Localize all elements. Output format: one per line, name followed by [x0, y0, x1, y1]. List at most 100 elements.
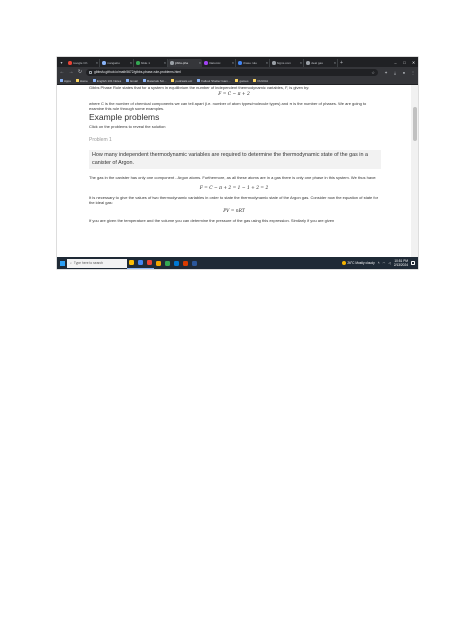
tab-label: gibbs-pha	[174, 61, 189, 65]
browser-tab[interactable]: Google Ch ✕	[66, 59, 100, 67]
browser-tab[interactable]: Slide 1 ✕	[134, 59, 168, 67]
scrollbar-thumb[interactable]	[412, 107, 417, 141]
search-placeholder: Type here to search	[73, 261, 103, 265]
bookmark-label: Home	[79, 78, 88, 83]
app-glyph-icon	[192, 260, 197, 266]
tab-strip: ▾ Google Ch ✕ mangalco ✕ Slide 1 ✕ gibbs-pha ✕ D…	[57, 57, 418, 67]
extensions-icon[interactable]: ✦	[383, 70, 389, 75]
tray-chevron-icon[interactable]: ˄	[378, 261, 380, 265]
problem-label[interactable]: Problem 1	[89, 137, 112, 143]
bookmark-item[interactable]: games	[235, 79, 248, 83]
reload-icon[interactable]: ↻	[77, 67, 83, 77]
tab-label: Signs.com	[276, 61, 291, 65]
tab-close-icon[interactable]: ✕	[95, 61, 99, 65]
click-hint: Click on the problems to reveal the solu…	[89, 124, 166, 129]
vertical-scrollbar[interactable]	[411, 85, 418, 257]
tab-close-icon[interactable]: ✕	[231, 61, 235, 65]
folder-icon	[75, 79, 79, 82]
tab-close-icon[interactable]: ✕	[163, 61, 167, 65]
bookmark-item[interactable]: Email	[126, 79, 138, 83]
forward-icon[interactable]: →	[68, 67, 74, 77]
bookmark-icon	[92, 79, 96, 82]
tab-label: ideal gas	[310, 61, 323, 65]
close-window-icon[interactable]: ✕	[409, 57, 418, 67]
taskbar-app-icon[interactable]	[145, 257, 154, 269]
minimize-icon[interactable]: –	[391, 57, 400, 67]
tab-label: phase rule	[242, 61, 257, 65]
tab-close-icon[interactable]: ✕	[299, 61, 303, 65]
web-page: Gibbs Phase Rule states that for a syste…	[57, 85, 418, 257]
taskbar-app-icon[interactable]	[127, 257, 136, 269]
windows-start-icon[interactable]	[57, 257, 67, 269]
bookmark-label: Materials Sci...	[146, 78, 167, 83]
clock[interactable]: 10:51 PM 2/13/2024	[394, 259, 408, 267]
page-content: Gibbs Phase Rule states that for a syste…	[89, 85, 411, 257]
bookmark-item[interactable]: DUUUA	[253, 79, 268, 83]
taskbar: ⌕ Type here to search 26°C Mostly cloudy…	[57, 257, 418, 269]
clock-date: 2/13/2024	[393, 263, 408, 267]
solution-formula: F = C − π + 2 = 1 − 1 + 2 = 2	[199, 186, 269, 191]
browser-tab[interactable]: Diatomic ✕	[202, 59, 236, 67]
tab-favicon-icon	[68, 61, 72, 65]
page-heading: Example problems	[89, 112, 160, 122]
browser-tab[interactable]: ideal gas ✕	[304, 59, 338, 67]
taskbar-app-icon[interactable]	[136, 257, 145, 269]
browser-tab[interactable]: mangalco ✕	[100, 59, 134, 67]
bookmark-item[interactable]: Fallout Shelter Gam...	[197, 79, 230, 83]
taskbar-app-icon[interactable]	[190, 257, 199, 269]
taskbar-apps	[127, 257, 199, 269]
phase-rule-formula: F = C − π + 2	[218, 92, 250, 97]
profile-icon[interactable]: ●	[401, 70, 407, 75]
bookmark-item[interactable]: podcasts etc	[171, 79, 192, 83]
weather-text: 26°C Mostly cloudy	[347, 261, 375, 265]
bookmark-icon	[197, 79, 201, 82]
tab-label: Slide 1	[140, 61, 150, 65]
lock-icon[interactable]	[89, 70, 92, 74]
folder-icon	[253, 79, 257, 82]
bookmark-item[interactable]: English 101 Notes	[92, 78, 122, 83]
browser-tab[interactable]: gibbs-pha ✕	[168, 59, 202, 67]
tab-favicon-icon	[170, 61, 174, 65]
volume-icon[interactable]: ◁	[388, 261, 390, 265]
bookmark-label: English 101 Notes	[96, 78, 122, 83]
tabs: Google Ch ✕ mangalco ✕ Slide 1 ✕ gibbs-pha ✕ Dia…	[66, 57, 338, 67]
tab-search-icon[interactable]: ▾	[57, 57, 66, 67]
tab-favicon-icon	[238, 61, 242, 65]
taskbar-app-icon[interactable]	[163, 257, 172, 269]
new-tab-button[interactable]: +	[338, 60, 345, 66]
taskbar-search[interactable]: ⌕ Type here to search	[67, 258, 127, 268]
tab-close-icon[interactable]: ✕	[129, 61, 133, 65]
bookmark-item[interactable]: Materials Sci...	[142, 78, 167, 83]
tab-label: Google Ch	[72, 61, 88, 65]
bookmark-label: podcasts etc	[175, 78, 193, 83]
maximize-icon[interactable]: □	[400, 57, 409, 67]
tab-close-icon[interactable]: ✕	[265, 61, 269, 65]
bookmark-label: games	[239, 78, 249, 83]
taskbar-app-icon[interactable]	[154, 257, 163, 269]
search-icon: ⌕	[70, 261, 72, 265]
bookmark-item[interactable]: Home	[75, 78, 88, 83]
network-icon[interactable]: ◠	[383, 261, 386, 265]
bookmark-icon	[126, 79, 130, 82]
system-tray: 26°C Mostly cloudy ˄ ◠ ◁ 10:51 PM 2/13/2…	[342, 259, 418, 267]
url-text[interactable]: gibbsfu.github.io/math5672/gibbs-phase-r…	[94, 70, 369, 74]
bookmark-item[interactable]: Apps	[60, 79, 71, 83]
tab-close-icon[interactable]: ✕	[333, 61, 337, 65]
bookmark-star-icon[interactable]: ☆	[371, 70, 375, 75]
tab-label: mangalco	[106, 61, 120, 65]
weather-widget[interactable]: 26°C Mostly cloudy	[342, 261, 375, 265]
downloads-icon[interactable]: ⤓	[392, 70, 398, 75]
taskbar-app-icon[interactable]	[181, 257, 190, 269]
app-glyph-icon	[156, 260, 161, 266]
notifications-icon[interactable]	[411, 261, 415, 265]
taskbar-app-icon[interactable]	[172, 257, 181, 269]
app-glyph-icon	[174, 260, 179, 266]
problem-question[interactable]: How many independent thermodynamic varia…	[89, 150, 381, 169]
menu-icon[interactable]: ⋮	[410, 70, 416, 75]
back-icon[interactable]: ←	[59, 67, 65, 77]
browser-tab[interactable]: Signs.com ✕	[270, 59, 304, 67]
browser-tab[interactable]: phase rule ✕	[236, 59, 270, 67]
tab-label: Diatomic	[208, 61, 221, 65]
tab-favicon-icon	[102, 61, 106, 65]
address-bar[interactable]: gibbsfu.github.io/math5672/gibbs-phase-r…	[86, 68, 378, 76]
